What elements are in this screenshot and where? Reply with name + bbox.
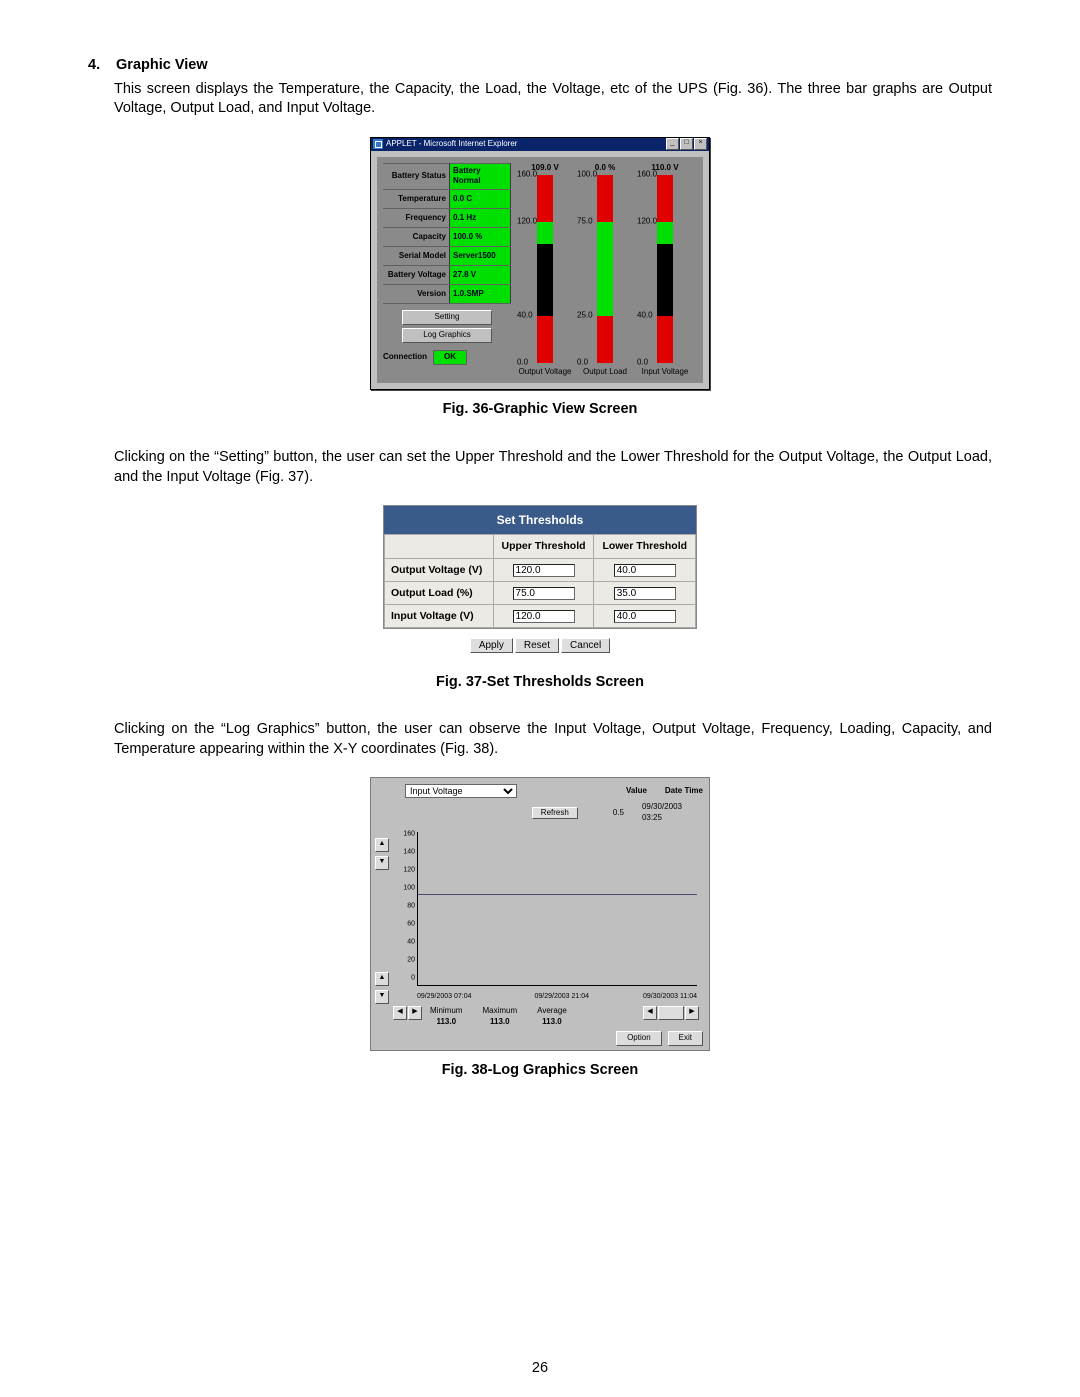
max-value: 113.0 [490, 1017, 510, 1026]
connection-label: Connection [383, 352, 427, 363]
minimize-button[interactable]: _ [666, 138, 679, 150]
output-voltage-upper-input[interactable] [513, 564, 575, 577]
page-number: 26 [0, 1359, 1080, 1379]
scroll-left-button-2[interactable]: ◀ [643, 1006, 657, 1020]
graphic-view-window: APPLET - Microsoft Internet Explorer _ □… [370, 137, 710, 391]
scroll-left-button[interactable]: ◀ [393, 1006, 407, 1020]
output-load-lower-input[interactable] [614, 587, 676, 600]
section-number: 4. [88, 56, 112, 76]
th-upper-header: Upper Threshold [493, 535, 594, 558]
output-load-upper-input[interactable] [513, 587, 575, 600]
line-series [418, 894, 697, 895]
latest-datetime: 09/30/2003 03:25 [642, 802, 703, 824]
exit-button[interactable]: Exit [668, 1031, 703, 1046]
datetime-header: Date Time [665, 786, 703, 797]
paragraph-2: Clicking on the “Setting” button, the us… [114, 448, 992, 487]
max-label: Maximum [482, 1006, 517, 1017]
metric-dropdown[interactable]: Input Voltage [405, 784, 517, 798]
refresh-button[interactable]: Refresh [532, 807, 578, 820]
input-voltage-lower-input[interactable] [614, 610, 676, 623]
window-title: APPLET - Microsoft Internet Explorer [386, 139, 666, 150]
input-voltage-upper-input[interactable] [513, 610, 575, 623]
log-graphics-button[interactable]: Log Graphics [402, 328, 492, 343]
scroll-down-button-2[interactable]: ▼ [375, 990, 389, 1004]
thresholds-title: Set Thresholds [384, 506, 696, 534]
paragraph-3: Clicking on the “Log Graphics” button, t… [114, 720, 992, 759]
cancel-button[interactable]: Cancel [561, 638, 610, 653]
value-header: Value [626, 786, 647, 797]
apply-button[interactable]: Apply [470, 638, 513, 653]
reset-button[interactable]: Reset [515, 638, 559, 653]
close-button[interactable]: × [694, 138, 707, 150]
latest-value: 0.5 [613, 808, 624, 819]
set-thresholds-panel: Set Thresholds Upper Threshold Lower Thr… [383, 505, 697, 629]
row-label: Battery Status [383, 163, 450, 190]
window-titlebar[interactable]: APPLET - Microsoft Internet Explorer _ □… [371, 138, 709, 151]
avg-label: Average [537, 1006, 567, 1017]
ie-icon [373, 139, 383, 149]
maximize-button[interactable]: □ [680, 138, 693, 150]
scroll-track[interactable] [658, 1006, 684, 1020]
option-button[interactable]: Option [616, 1031, 662, 1046]
setting-button[interactable]: Setting [402, 310, 492, 325]
output-voltage-lower-input[interactable] [614, 564, 676, 577]
figure-36-caption: Fig. 36-Graphic View Screen [88, 400, 992, 420]
row-value: Battery Normal [450, 163, 511, 190]
th-lower-header: Lower Threshold [594, 535, 696, 558]
th-blank [385, 535, 494, 558]
connection-value: OK [433, 350, 467, 365]
scroll-up-button-2[interactable]: ▲ [375, 972, 389, 986]
bar-label: Output Voltage [519, 367, 572, 378]
bar-output-load: 0.0 % 100.0 75.0 25.0 0.0 [577, 163, 633, 378]
figure-37-caption: Fig. 37-Set Thresholds Screen [88, 673, 992, 693]
th-row-label: Output Voltage (V) [385, 558, 494, 581]
scroll-right-button-2[interactable]: ▶ [685, 1006, 699, 1020]
avg-value: 113.0 [542, 1017, 562, 1026]
status-table: Battery Status Battery Normal Temperatur… [383, 163, 511, 305]
section-heading: 4. Graphic View [88, 56, 992, 76]
min-label: Minimum [430, 1006, 462, 1017]
log-graphics-panel: Input Voltage Value Date Time Refresh 0.… [370, 777, 710, 1051]
log-chart: 160 140 120 100 80 60 40 20 0 09/29/2003… [391, 828, 703, 1004]
bar-output-voltage: 109.0 V 160.0 120.0 40.0 0.0 [517, 163, 573, 378]
scroll-right-button[interactable]: ▶ [408, 1006, 422, 1020]
scroll-down-button[interactable]: ▼ [375, 856, 389, 870]
paragraph-1: This screen displays the Temperature, th… [114, 80, 992, 119]
min-value: 113.0 [436, 1017, 456, 1026]
scroll-up-button[interactable]: ▲ [375, 838, 389, 852]
bar-input-voltage: 110.0 V 160.0 120.0 40.0 0.0 [637, 163, 693, 378]
figure-38-caption: Fig. 38-Log Graphics Screen [88, 1061, 992, 1081]
section-title: Graphic View [116, 57, 208, 73]
